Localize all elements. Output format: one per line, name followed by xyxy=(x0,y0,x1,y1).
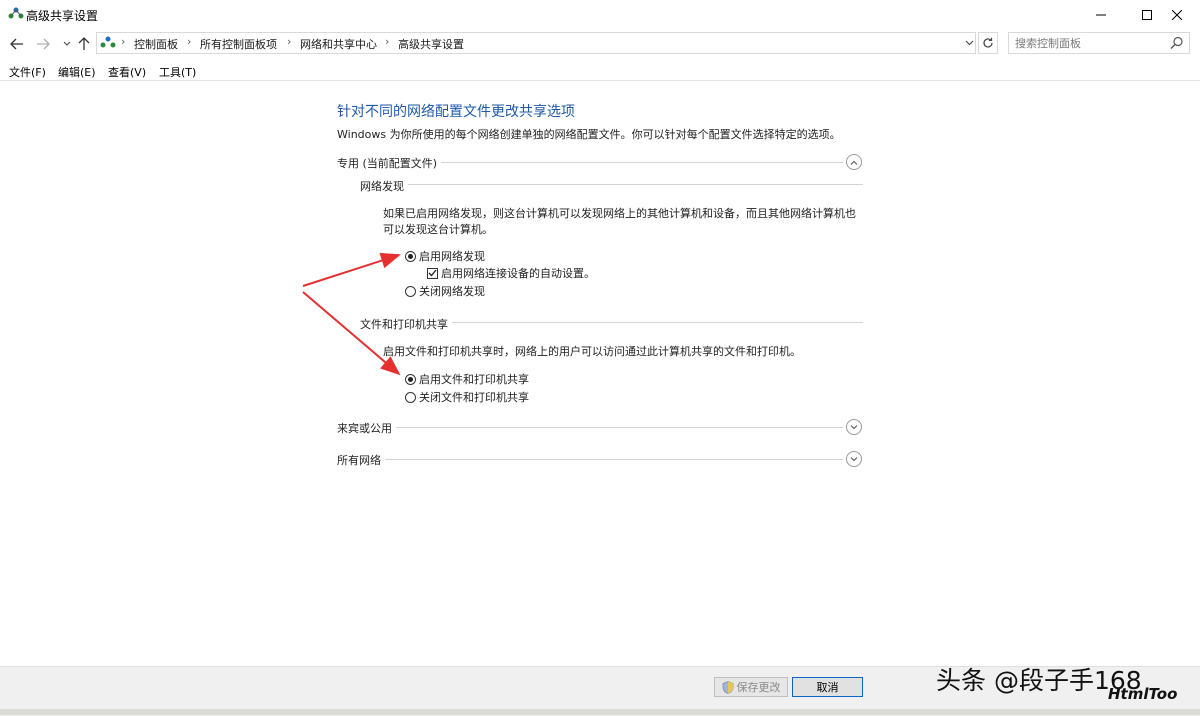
section-guest-header[interactable]: 来宾或公用 xyxy=(337,420,396,436)
close-icon xyxy=(1172,10,1182,20)
bottom-strip xyxy=(0,709,1200,715)
network-icon xyxy=(8,7,24,19)
back-button[interactable] xyxy=(7,34,27,54)
refresh-button[interactable] xyxy=(978,32,998,54)
refresh-icon xyxy=(983,37,993,48)
cancel-button[interactable]: 取消 xyxy=(792,677,863,697)
breadcrumb-advanced-sharing[interactable]: 高级共享设置 xyxy=(398,36,464,52)
page-title: 针对不同的网络配置文件更改共享选项 xyxy=(337,104,575,120)
breadcrumb-separator: › xyxy=(187,35,192,48)
option-enable-discovery-label: 启用网络发现 xyxy=(419,250,485,263)
network-discovery-header: 网络发现 xyxy=(360,178,408,194)
option-disable-sharing[interactable]: 关闭文件和打印机共享 xyxy=(405,389,529,405)
window-title: 高级共享设置 xyxy=(26,9,99,23)
up-button[interactable] xyxy=(74,34,94,54)
breadcrumb-control-panel[interactable]: 控制面板 xyxy=(134,36,178,52)
minimize-icon xyxy=(1096,14,1106,16)
checkmark-icon xyxy=(428,269,437,277)
menu-view[interactable]: 查看(V) xyxy=(108,64,146,80)
chevron-down-icon xyxy=(63,41,71,46)
breadcrumb-all-items[interactable]: 所有控制面板项 xyxy=(200,36,277,52)
chevron-up-icon xyxy=(850,160,858,165)
close-button[interactable] xyxy=(1154,0,1200,30)
search-input[interactable] xyxy=(1015,35,1165,51)
arrow-up-icon xyxy=(78,37,90,50)
option-enable-sharing-label: 启用文件和打印机共享 xyxy=(419,373,529,386)
forward-button[interactable] xyxy=(33,34,53,54)
radio-disable-sharing[interactable] xyxy=(405,391,416,403)
option-disable-discovery[interactable]: 关闭网络发现 xyxy=(405,283,485,299)
save-changes-label: 保存更改 xyxy=(736,681,781,694)
annotation-arrows xyxy=(302,252,401,376)
page-subtitle: Windows 为你所使用的每个网络创建单独的网络配置文件。你可以针对每个配置文… xyxy=(337,128,841,141)
chevron-down-icon xyxy=(965,40,973,46)
maximize-icon xyxy=(1142,10,1152,20)
menu-file[interactable]: 文件(F) xyxy=(9,64,46,80)
option-disable-sharing-label: 关闭文件和打印机共享 xyxy=(419,391,529,404)
chevron-down-icon xyxy=(850,424,858,429)
section-divider xyxy=(337,427,843,428)
watermark-logo: HtmlToo xyxy=(1108,685,1178,703)
arrow-right-icon xyxy=(37,38,50,50)
search-box[interactable] xyxy=(1008,32,1190,54)
file-sharing-description: 启用文件和打印机共享时，网络上的用户可以访问通过此计算机共享的文件和打印机。 xyxy=(383,345,801,358)
menu-edit[interactable]: 编辑(E) xyxy=(58,64,96,80)
breadcrumb-separator: › xyxy=(287,35,292,48)
minimize-button[interactable] xyxy=(1078,0,1124,30)
option-auto-setup-label: 启用网络连接设备的自动设置。 xyxy=(441,267,595,280)
save-changes-button[interactable]: 保存更改 xyxy=(714,677,788,697)
checkbox-auto-setup[interactable] xyxy=(427,267,438,279)
option-disable-discovery-label: 关闭网络发现 xyxy=(419,285,485,298)
section-all-header[interactable]: 所有网络 xyxy=(337,452,385,468)
chevron-down-icon xyxy=(850,456,858,461)
section-divider xyxy=(337,459,843,460)
expand-guest-button[interactable] xyxy=(846,419,862,435)
breadcrumb-separator: › xyxy=(385,35,390,48)
search-icon[interactable] xyxy=(1170,36,1184,50)
title-bar xyxy=(0,0,1200,30)
option-enable-sharing[interactable]: 启用文件和打印机共享 xyxy=(405,371,529,387)
arrow-to-enable-sharing xyxy=(302,291,401,376)
address-dropdown-button[interactable] xyxy=(962,35,976,51)
network-discovery-description: 如果已启用网络发现，则这台计算机可以发现网络上的其他计算机和设备，而且其他网络计… xyxy=(383,207,856,236)
arrow-to-enable-discovery xyxy=(302,252,401,287)
section-private-header[interactable]: 专用 (当前配置文件) xyxy=(337,155,442,171)
shield-icon xyxy=(722,680,733,694)
expand-all-button[interactable] xyxy=(846,451,862,467)
network-icon xyxy=(100,36,116,48)
menu-tools[interactable]: 工具(T) xyxy=(159,64,196,80)
option-auto-setup[interactable]: 启用网络连接设备的自动设置。 xyxy=(427,265,595,281)
option-enable-discovery[interactable]: 启用网络发现 xyxy=(405,248,485,264)
subsection-divider xyxy=(360,184,863,185)
collapse-private-button[interactable] xyxy=(846,154,862,170)
breadcrumb-network-center[interactable]: 网络和共享中心 xyxy=(300,36,377,52)
arrow-left-icon xyxy=(10,38,23,50)
breadcrumb-separator: › xyxy=(121,35,126,48)
